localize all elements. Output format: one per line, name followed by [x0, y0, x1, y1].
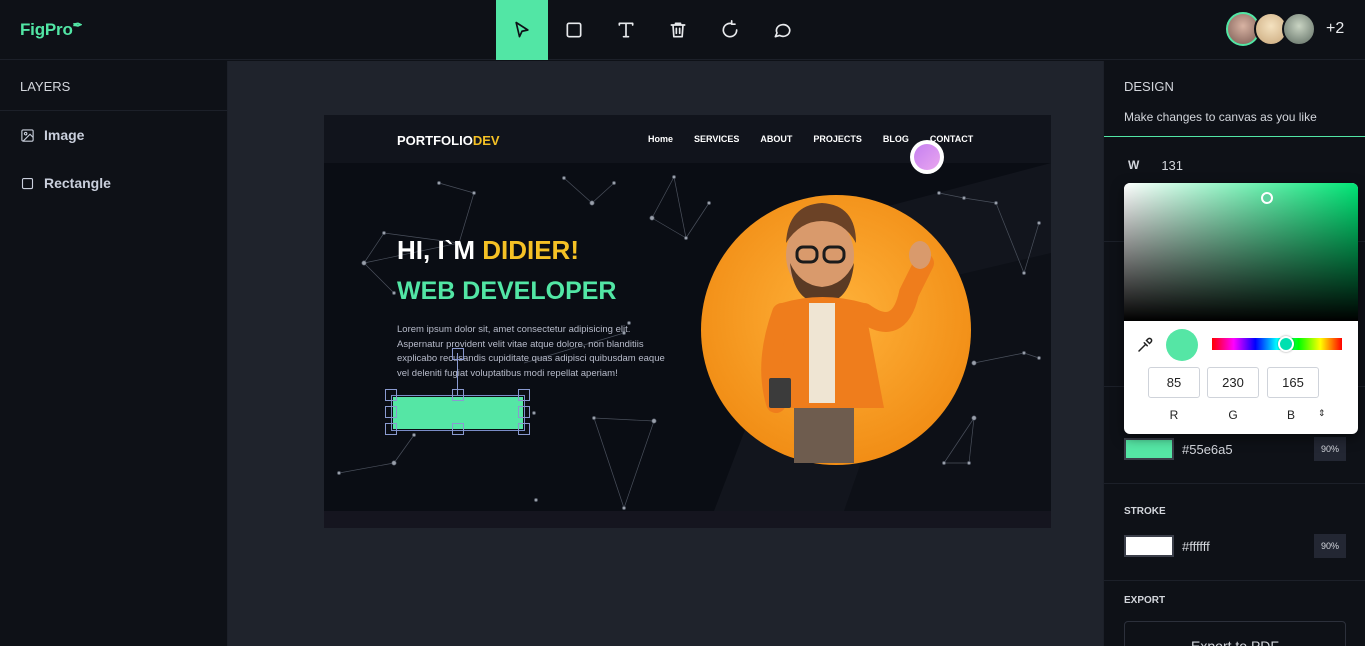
top-toolbar: FigPro✒ +2	[0, 0, 1365, 60]
green-input[interactable]: 230	[1207, 367, 1259, 398]
resize-handle[interactable]	[385, 406, 397, 418]
stroke-color-swatch[interactable]	[1124, 535, 1174, 557]
layers-panel: LAYERS Image Rectangle	[0, 61, 228, 646]
hero-greeting: HI, I`M DIDIER!	[397, 235, 579, 265]
resize-handle[interactable]	[518, 389, 530, 401]
layers-title: LAYERS	[0, 61, 227, 111]
canvas-area[interactable]: PORTFOLIODEV Home SERVICES ABOUT PROJECT…	[228, 61, 1103, 646]
comment-tool-button[interactable]	[756, 0, 808, 60]
artboard-brand: PORTFOLIODEV	[397, 133, 500, 148]
fill-row: #55e6a5 90%	[1124, 437, 1346, 461]
export-pdf-button[interactable]: Export to PDF	[1124, 621, 1346, 646]
design-subtitle: Make changes to canvas as you like	[1124, 110, 1317, 124]
resize-handle[interactable]	[452, 389, 464, 401]
delete-tool-button[interactable]	[652, 0, 704, 60]
export-title: EXPORT	[1124, 595, 1166, 606]
resize-handle[interactable]	[518, 423, 530, 435]
layer-item-rectangle[interactable]: Rectangle	[0, 159, 227, 207]
saturation-area[interactable]	[1124, 183, 1358, 321]
blue-input[interactable]: 165	[1267, 367, 1319, 398]
hue-slider[interactable]	[1212, 338, 1342, 350]
artboard-footer-strip	[324, 511, 1051, 528]
collaborator-cursor	[910, 140, 944, 174]
color-mode-switch-icon[interactable]: ⇕	[1318, 408, 1326, 419]
resize-handle[interactable]	[385, 389, 397, 401]
hero-role: WEB DEVELOPER	[397, 277, 617, 305]
artboard[interactable]: PORTFOLIODEV Home SERVICES ABOUT PROJECT…	[324, 115, 1051, 528]
stroke-hex-value[interactable]: #ffffff	[1182, 539, 1314, 554]
square-icon	[21, 177, 34, 189]
stroke-opacity[interactable]: 90%	[1314, 534, 1346, 558]
red-input[interactable]: 85	[1148, 367, 1200, 398]
active-users: +2	[1226, 12, 1344, 46]
trash-icon	[670, 22, 686, 38]
avatar[interactable]	[1282, 12, 1316, 46]
width-label: W	[1128, 158, 1140, 172]
cursor-icon	[515, 21, 529, 38]
resize-handle[interactable]	[452, 423, 464, 435]
select-tool-button[interactable]	[496, 0, 548, 60]
stroke-row: #ffffff 90%	[1124, 534, 1346, 558]
comment-icon	[774, 23, 791, 38]
layer-label: Rectangle	[44, 175, 111, 191]
width-field[interactable]: W 131	[1128, 158, 1183, 173]
rotate-handle[interactable]	[452, 348, 464, 360]
app-logo: FigPro✒	[20, 18, 83, 39]
design-header: DESIGN Make changes to canvas as you lik…	[1104, 61, 1365, 137]
stroke-title: STROKE	[1124, 506, 1166, 517]
layer-label: Image	[44, 127, 85, 143]
artboard-nav-item: PROJECTS	[813, 134, 862, 144]
artboard-nav-item: BLOG	[882, 134, 909, 144]
design-title: DESIGN	[1124, 79, 1174, 94]
tool-group	[496, 0, 808, 60]
saturation-knob[interactable]	[1261, 192, 1273, 204]
rectangle-tool-button[interactable]	[548, 0, 600, 60]
eyedropper-button[interactable]	[1130, 330, 1160, 360]
app-root: FigPro✒ +2 LAYERS Image Rectangle PORTFO…	[0, 0, 1365, 646]
resize-handle[interactable]	[385, 423, 397, 435]
fill-color-swatch[interactable]	[1124, 438, 1174, 460]
color-preview	[1166, 329, 1198, 361]
resize-handle[interactable]	[518, 406, 530, 418]
hero-paragraph: Lorem ipsum dolor sit, amet consectetur …	[397, 324, 665, 379]
image-icon	[21, 128, 34, 142]
square-icon	[566, 22, 582, 38]
red-label: R	[1169, 408, 1179, 422]
hero-name: DIDIER!	[482, 235, 579, 265]
rotate-icon	[722, 20, 738, 38]
artboard-nav-links: Home SERVICES ABOUT PROJECTS BLOG CONTAC…	[648, 134, 994, 144]
blue-label: B	[1286, 408, 1295, 422]
more-users-count: +2	[1326, 20, 1345, 37]
fill-hex-value[interactable]: #55e6a5	[1182, 442, 1314, 457]
divider	[1104, 580, 1365, 581]
text-tool-button[interactable]	[600, 0, 652, 60]
artboard-nav-item: SERVICES	[694, 134, 740, 144]
hue-knob[interactable]	[1278, 336, 1294, 352]
artboard-nav-item: Home	[648, 134, 674, 144]
divider	[1104, 483, 1365, 484]
reset-tool-button[interactable]	[704, 0, 756, 60]
artboard-nav-item: ABOUT	[760, 134, 793, 144]
text-icon	[618, 22, 634, 38]
fill-opacity[interactable]: 90%	[1314, 437, 1346, 461]
color-picker: 85 230 165 R G B ⇕	[1124, 183, 1358, 434]
eyedropper-icon	[1138, 337, 1153, 352]
layer-item-image[interactable]: Image	[0, 111, 227, 159]
width-value[interactable]: 131	[1161, 158, 1183, 173]
pen-icon: ✒	[72, 18, 83, 32]
green-label: G	[1228, 408, 1238, 422]
